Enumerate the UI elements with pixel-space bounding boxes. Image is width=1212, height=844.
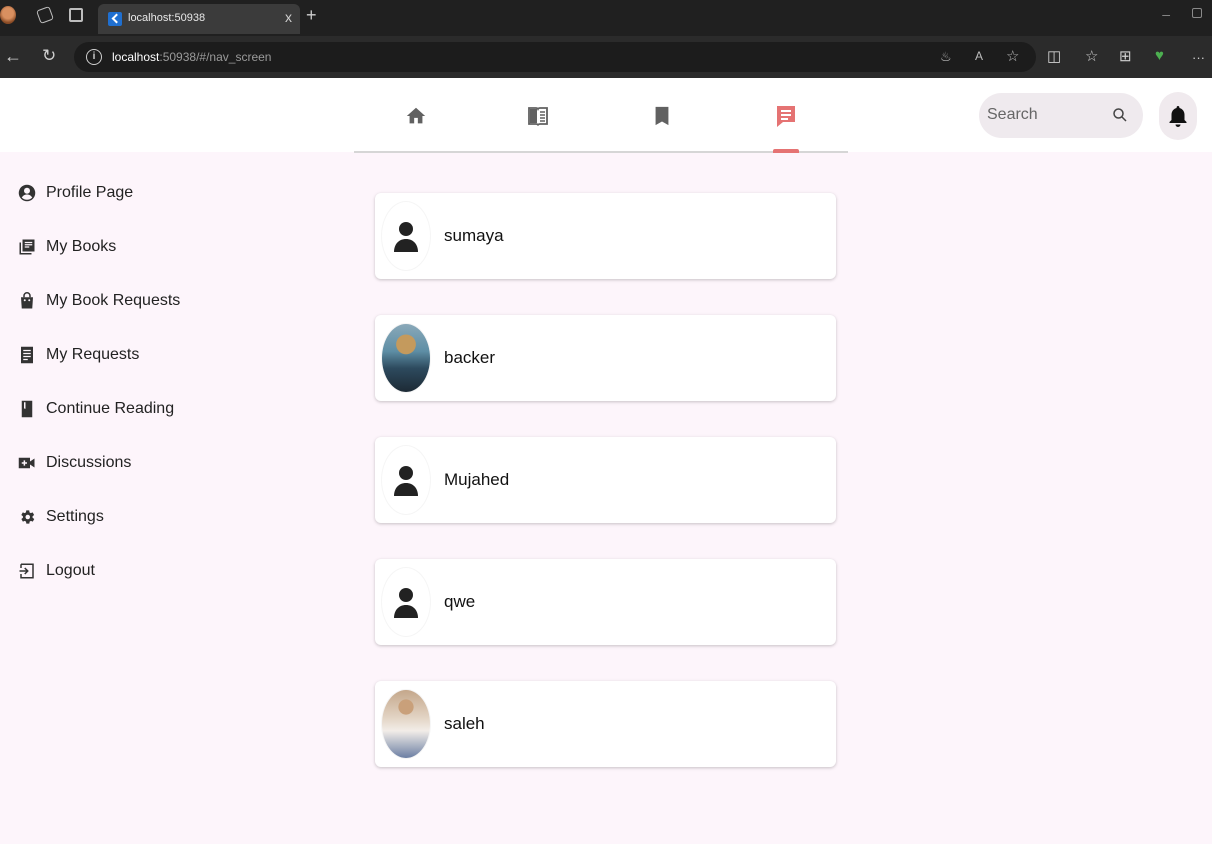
sidebar-item-label: Settings bbox=[46, 508, 104, 525]
restore-button[interactable] bbox=[1192, 8, 1202, 18]
person-icon bbox=[394, 222, 418, 252]
nav-home-button[interactable] bbox=[398, 98, 434, 134]
read-aloud-icon[interactable]: A bbox=[975, 49, 983, 63]
search-input[interactable] bbox=[987, 100, 1097, 130]
workspaces-icon[interactable] bbox=[36, 6, 54, 24]
sidebar-item-my-books[interactable]: My Books bbox=[0, 220, 330, 274]
user-name: qwe bbox=[444, 592, 476, 611]
avatar bbox=[382, 446, 430, 514]
favorites-icon[interactable]: ☆ bbox=[1085, 47, 1098, 65]
site-info-icon[interactable]: i bbox=[86, 49, 102, 65]
url-text: localhost:50938/#/nav_screen bbox=[112, 50, 271, 64]
book-icon bbox=[528, 107, 548, 127]
avatar bbox=[382, 324, 430, 392]
sidebar-item-label: Discussions bbox=[46, 454, 132, 471]
avatar bbox=[382, 202, 430, 270]
user-name: sumaya bbox=[444, 226, 504, 245]
settings-icon bbox=[17, 507, 37, 527]
sidebar-item-discussions[interactable]: Discussions bbox=[0, 436, 330, 490]
notifications-permission-icon[interactable]: ♨ bbox=[940, 49, 952, 65]
person-icon bbox=[394, 588, 418, 618]
minimize-button[interactable]: – bbox=[1162, 6, 1170, 22]
user-name: Mujahed bbox=[444, 470, 510, 489]
new-tab-button[interactable]: + bbox=[306, 5, 317, 26]
user-card[interactable]: saleh bbox=[375, 681, 836, 767]
avatar bbox=[382, 690, 430, 758]
url-host: localhost bbox=[112, 50, 160, 64]
collections-icon[interactable]: ⊞ bbox=[1119, 47, 1132, 65]
chat-list-icon bbox=[777, 106, 795, 127]
user-card[interactable]: qwe bbox=[375, 559, 836, 645]
home-icon bbox=[406, 107, 426, 124]
nav-bookmarks-button[interactable] bbox=[644, 98, 680, 134]
browser-address-bar: ← ↻ i localhost:50938/#/nav_screen ♨ A ☆ bbox=[0, 36, 1212, 78]
user-name: backer bbox=[444, 348, 496, 367]
browser-essentials-icon[interactable]: ♥ bbox=[1155, 47, 1164, 64]
video-call-icon bbox=[17, 453, 37, 473]
book-icon bbox=[17, 399, 37, 419]
browser-tab-strip: localhost:50938 x + – bbox=[0, 0, 1212, 36]
notifications-button[interactable] bbox=[1159, 92, 1197, 140]
bookmark-icon bbox=[655, 106, 669, 126]
sidebar-item-label: My Books bbox=[46, 238, 117, 255]
user-card[interactable]: Mujahed bbox=[375, 437, 836, 523]
browser-tab[interactable]: localhost:50938 x bbox=[98, 4, 300, 34]
settings-more-button[interactable]: ··· bbox=[1192, 50, 1205, 65]
user-name: saleh bbox=[444, 714, 485, 733]
library-books-icon bbox=[17, 237, 37, 257]
favorite-star-icon[interactable]: ☆ bbox=[1006, 47, 1019, 65]
account-circle-icon bbox=[17, 183, 37, 203]
tab-close-button[interactable]: x bbox=[285, 9, 292, 25]
sidebar-item-label: Profile Page bbox=[46, 184, 134, 201]
user-card[interactable]: backer bbox=[375, 315, 836, 401]
sidebar-item-continue-reading[interactable]: Continue Reading bbox=[0, 382, 330, 436]
bell-icon bbox=[1169, 106, 1187, 127]
avatar bbox=[382, 568, 430, 636]
search-icon[interactable] bbox=[1111, 106, 1129, 124]
logout-icon bbox=[17, 561, 37, 581]
sidebar-item-label: Logout bbox=[46, 562, 95, 579]
active-tab-indicator bbox=[773, 149, 799, 153]
user-card[interactable]: sumaya bbox=[375, 193, 836, 279]
receipt-icon bbox=[17, 345, 37, 365]
sidebar-item-profile-page[interactable]: Profile Page bbox=[0, 166, 330, 220]
sidebar-item-logout[interactable]: Logout bbox=[0, 544, 330, 598]
flutter-favicon-icon bbox=[108, 12, 122, 26]
tab-actions-icon[interactable] bbox=[69, 8, 83, 22]
refresh-button[interactable]: ↻ bbox=[42, 46, 56, 66]
sidebar-item-my-requests[interactable]: My Requests bbox=[0, 328, 330, 382]
sidebar-item-settings[interactable]: Settings bbox=[0, 490, 330, 544]
shopping-bag-icon bbox=[17, 291, 37, 311]
browser-profile-avatar[interactable] bbox=[0, 6, 16, 24]
sidebar-item-label: My Book Requests bbox=[46, 292, 181, 309]
person-icon bbox=[394, 466, 418, 496]
sidebar-item-label: Continue Reading bbox=[46, 400, 175, 417]
nav-books-button[interactable] bbox=[520, 98, 556, 134]
back-button[interactable]: ← bbox=[4, 46, 22, 67]
tab-title: localhost:50938 bbox=[128, 12, 206, 24]
nav-chats-button[interactable] bbox=[768, 98, 804, 134]
url-field[interactable]: i localhost:50938/#/nav_screen ♨ A ☆ bbox=[74, 42, 1036, 72]
search-bar[interactable] bbox=[979, 93, 1143, 138]
split-screen-icon[interactable]: ◫ bbox=[1047, 47, 1061, 65]
url-path: :50938/#/nav_screen bbox=[159, 50, 272, 64]
sidebar-item-label: My Requests bbox=[46, 346, 140, 363]
sidebar-item-my-book-requests[interactable]: My Book Requests bbox=[0, 274, 330, 328]
